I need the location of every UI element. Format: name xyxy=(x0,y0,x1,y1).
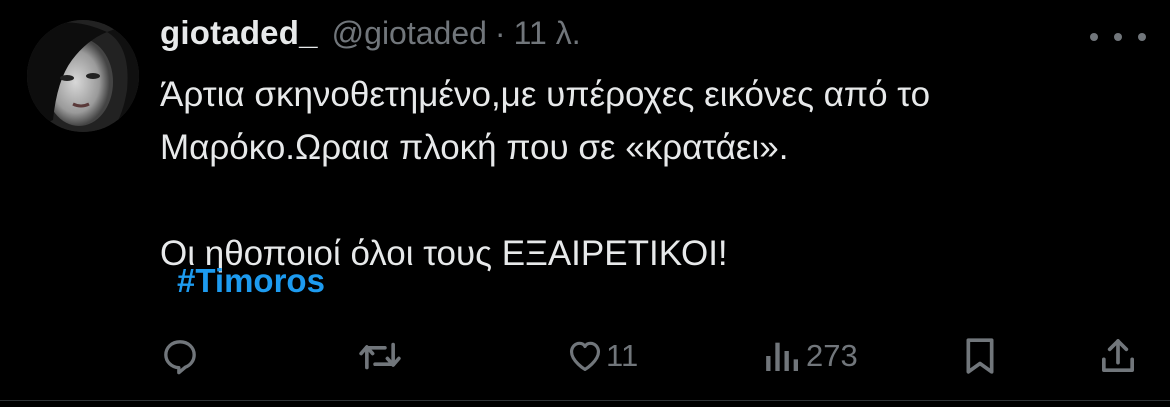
bookmark-button[interactable] xyxy=(962,330,998,382)
like-button[interactable]: 11 xyxy=(566,330,638,382)
retweet-button[interactable] xyxy=(357,330,411,382)
share-icon xyxy=(1102,339,1134,372)
tweet-header: giotaded_ @giotaded · 11 λ. xyxy=(160,14,581,64)
more-dot xyxy=(1138,33,1146,41)
views-button[interactable]: 273 xyxy=(762,330,858,382)
reply-icon xyxy=(164,340,196,375)
views-icon xyxy=(766,342,798,371)
separator-dot: · xyxy=(494,15,506,51)
tweet-text-line: Άρτια σκηνοθετημένο,με υπέροχες εικόνες … xyxy=(160,75,931,114)
tweet-text: Άρτια σκηνοθετημένο,με υπέροχες εικόνες … xyxy=(160,68,1140,280)
tweet-text-line xyxy=(160,174,1140,227)
action-bar: 11 273 xyxy=(0,330,1170,382)
like-count: 11 xyxy=(606,338,639,373)
divider xyxy=(0,400,1170,401)
tweet[interactable]: giotaded_ @giotaded · 11 λ. Άρτια σκηνοθ… xyxy=(0,0,1170,407)
bookmark-icon xyxy=(966,338,994,374)
more-dot xyxy=(1114,33,1122,41)
more-icon[interactable] xyxy=(1090,22,1146,52)
avatar[interactable] xyxy=(27,20,139,132)
share-button[interactable] xyxy=(1098,330,1138,382)
retweet-icon xyxy=(359,342,401,370)
avatar-image xyxy=(27,20,139,132)
user-handle[interactable]: @giotaded xyxy=(332,15,487,52)
view-count: 273 xyxy=(806,338,858,373)
timestamp[interactable]: 11 λ. xyxy=(514,15,581,52)
more-dot xyxy=(1090,33,1098,41)
tweet-text-line: Μαρόκο.Ωραια πλοκή που σε «κρατάει». xyxy=(160,128,789,167)
display-name[interactable]: giotaded_ xyxy=(160,14,318,52)
reply-button[interactable] xyxy=(160,330,208,382)
hashtag-link[interactable]: #Timoros xyxy=(177,262,325,300)
like-icon xyxy=(569,341,601,372)
